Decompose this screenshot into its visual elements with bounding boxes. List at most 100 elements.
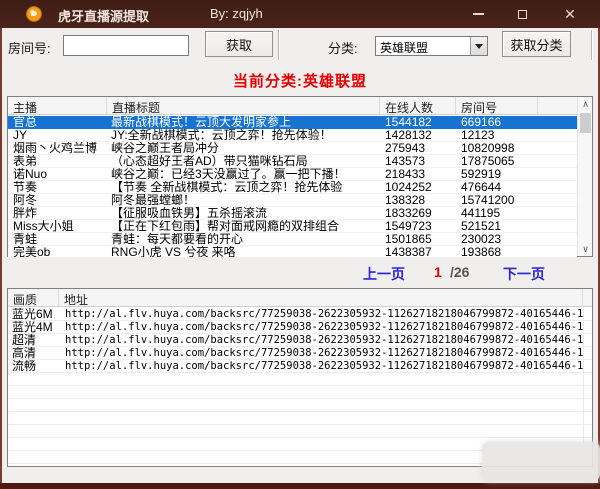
cell-empty: [538, 129, 577, 142]
cell-room: 12123: [456, 129, 538, 142]
huya-logo-icon: [26, 6, 42, 22]
cell-url: http://al.flv.huya.com/backsrc/77259038-…: [59, 321, 583, 334]
cell-anchor: 烟雨丶火鸡兰博: [8, 142, 107, 155]
close-button[interactable]: ✕: [548, 0, 592, 28]
cell-empty: [538, 116, 577, 129]
table-row[interactable]: 完美ob RNG小虎 VS 兮夜 来咯 1438387 193868: [8, 246, 577, 257]
cell-anchor: 表弟: [8, 155, 107, 168]
table-row[interactable]: 官总 最新战棋模式！云顶大发明家参上 1544182 669166: [8, 116, 577, 129]
cell-title: 峡谷之巅王者局冲分: [107, 142, 380, 155]
table-row[interactable]: JY JY:全新战棋模式：云顶之弈！抢先体验！ 1428132 12123: [8, 129, 577, 142]
chevron-down-icon: [475, 44, 483, 49]
cell-title: （心态超好王者AD）带只猫咪钻石局: [107, 155, 380, 168]
cell-room: 521521: [456, 220, 538, 233]
cell-room: 669166: [456, 116, 538, 129]
scroll-up-icon[interactable]: ∧: [578, 97, 593, 111]
cell-anchor: 阿冬: [8, 194, 107, 207]
category-dropdown[interactable]: 英雄联盟: [375, 36, 488, 56]
current-page-number: 1: [434, 264, 442, 280]
cell-anchor: 完美ob: [8, 246, 107, 257]
cell-quality: 蓝光4M: [8, 321, 59, 334]
list-item[interactable]: 高清 http://al.flv.huya.com/backsrc/772590…: [8, 347, 592, 360]
vertical-scrollbar[interactable]: ∧ ∨: [577, 97, 592, 256]
cell-room: 592919: [456, 168, 538, 181]
column-header-empty: [583, 289, 592, 306]
cell-viewers: 1438387: [380, 246, 456, 257]
list-item[interactable]: 蓝光6M http://al.flv.huya.com/backsrc/7725…: [8, 308, 592, 321]
room-number-label: 房间号:: [8, 38, 51, 57]
prev-page-link[interactable]: 上一页: [363, 264, 405, 284]
table-row[interactable]: 节奏 【节奏 全新战棋模式：云顶之弈！抢先体验 1024252 476644: [8, 181, 577, 194]
cell-viewers: 1024252: [380, 181, 456, 194]
cell-room: 10820998: [456, 142, 538, 155]
window-border-left: [0, 28, 2, 483]
separator: [278, 30, 279, 60]
table-row[interactable]: 阿冬 阿冬最强螳螂！ 138328 15741200: [8, 194, 577, 207]
cell-title: JY:全新战棋模式：云顶之弈！抢先体验！: [107, 129, 380, 142]
cell-room: 193868: [456, 246, 538, 257]
list-item[interactable]: 超清 http://al.flv.huya.com/backsrc/772590…: [8, 334, 592, 347]
cell-empty: [538, 220, 577, 233]
cell-url: http://al.flv.huya.com/backsrc/77259038-…: [59, 334, 583, 347]
minimize-button[interactable]: [456, 0, 500, 28]
cell-title: 峡谷之巅：已经3天没赢过了。赢一把下播！: [107, 168, 380, 181]
cell-viewers: 275943: [380, 142, 456, 155]
close-icon: ✕: [564, 7, 576, 21]
category-label: 分类:: [328, 38, 358, 57]
table-row[interactable]: 青蛙 青蛙：每天都要看的开心 1501865 230023: [8, 233, 577, 246]
app-window: 虎牙直播源提取 By: zqjyh ✕ 房间号: 获取 分类: 英雄联盟 获取分…: [0, 0, 600, 489]
next-page-link[interactable]: 下一页: [503, 264, 545, 284]
current-category-text: 当前分类:英雄联盟: [0, 70, 600, 91]
window-title: 虎牙直播源提取: [58, 6, 149, 25]
scrollbar-thumb[interactable]: [580, 113, 591, 133]
cell-anchor: Miss大小姐: [8, 220, 107, 233]
table-row[interactable]: 胖炸 【征服吸血铁男】五杀摇滚流 1833269 441195: [8, 207, 577, 220]
watermark-overlay: [482, 442, 600, 481]
table-row[interactable]: Miss大小姐 【正在下红包雨】帮对面戒网瘾的双排组合 1549723 5215…: [8, 220, 577, 233]
cell-anchor: 青蛙: [8, 233, 107, 246]
dropdown-arrow-button[interactable]: [470, 37, 487, 55]
list-item[interactable]: 流畅 http://al.flv.huya.com/backsrc/772590…: [8, 360, 592, 373]
column-header-quality[interactable]: 画质: [8, 289, 59, 306]
cell-anchor: JY: [8, 129, 107, 142]
column-header-viewers[interactable]: 在线人数: [380, 97, 456, 114]
stream-list: 主播 直播标题 在线人数 房间号 官总 最新战棋模式！云顶大发明家参上 1544…: [7, 96, 593, 257]
table-row[interactable]: 表弟 （心态超好王者AD）带只猫咪钻石局 143573 17875065: [8, 155, 577, 168]
column-header-address[interactable]: 地址: [59, 289, 583, 306]
fetch-button[interactable]: 获取: [205, 31, 273, 57]
minimize-icon: [473, 13, 484, 15]
table-row[interactable]: 诺Nuo 峡谷之巅：已经3天没赢过了。赢一把下播！ 218433 592919: [8, 168, 577, 181]
cell-viewers: 1833269: [380, 207, 456, 220]
scroll-down-icon[interactable]: ∨: [578, 242, 593, 256]
cell-title: 青蛙：每天都要看的开心: [107, 233, 380, 246]
cell-viewers: 1549723: [380, 220, 456, 233]
cell-url: http://al.flv.huya.com/backsrc/77259038-…: [59, 308, 583, 321]
column-header-empty: [538, 97, 577, 114]
stream-list-header: 主播 直播标题 在线人数 房间号: [8, 97, 577, 115]
cell-viewers: 218433: [380, 168, 456, 181]
cell-room: 230023: [456, 233, 538, 246]
total-pages: /26: [450, 264, 469, 280]
separator: [591, 30, 592, 60]
cell-title: RNG小虎 VS 兮夜 来咯: [107, 246, 380, 257]
fetch-category-button[interactable]: 获取分类: [502, 31, 571, 57]
list-item[interactable]: 蓝光4M http://al.flv.huya.com/backsrc/7725…: [8, 321, 592, 334]
column-header-title[interactable]: 直播标题: [107, 97, 380, 114]
cell-room: 17875065: [456, 155, 538, 168]
cell-empty: [538, 246, 577, 257]
cell-anchor: 胖炸: [8, 207, 107, 220]
maximize-button[interactable]: [500, 0, 544, 28]
cell-viewers: 138328: [380, 194, 456, 207]
cell-title: 阿冬最强螳螂！: [107, 194, 380, 207]
cell-viewers: 1428132: [380, 129, 456, 142]
cell-room: 15741200: [456, 194, 538, 207]
column-header-anchor[interactable]: 主播: [8, 97, 107, 114]
cell-viewers: 1544182: [380, 116, 456, 129]
column-header-room[interactable]: 房间号: [456, 97, 538, 114]
cell-title: 【节奏 全新战棋模式：云顶之弈！抢先体验: [107, 181, 380, 194]
cell-quality: 流畅: [8, 360, 59, 373]
quality-list-header: 画质 地址: [8, 289, 592, 307]
room-number-input[interactable]: [63, 35, 189, 56]
cell-anchor: 诺Nuo: [8, 168, 107, 181]
table-row[interactable]: 烟雨丶火鸡兰博 峡谷之巅王者局冲分 275943 10820998: [8, 142, 577, 155]
